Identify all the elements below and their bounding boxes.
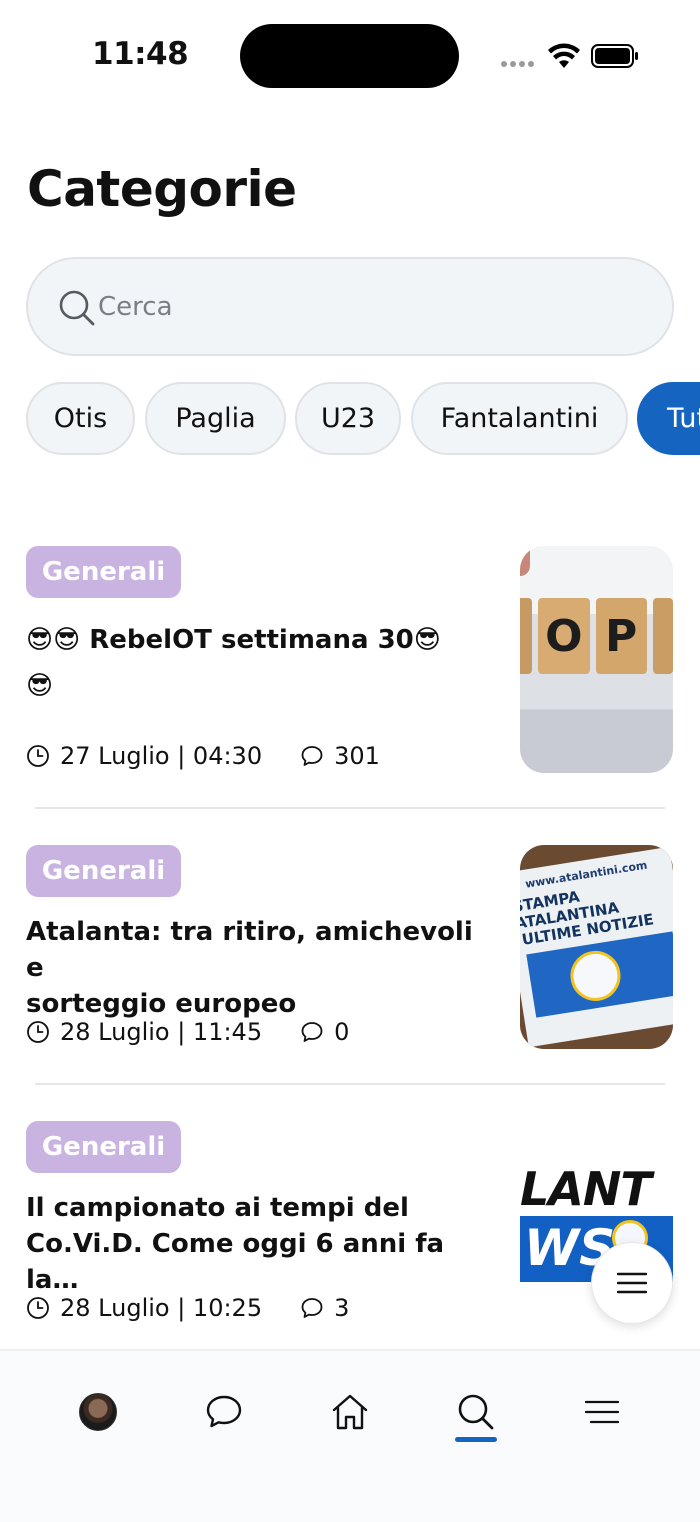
category-badge: Generali	[26, 845, 181, 897]
status-bar: 11:48	[0, 0, 700, 110]
hamburger-icon	[617, 1272, 647, 1294]
comment-icon	[301, 746, 323, 766]
search-bar[interactable]	[26, 257, 674, 356]
chip-paglia[interactable]: Paglia	[145, 382, 286, 455]
article-title[interactable]: 😎😎 RebelOT settimana 30😎 😎	[26, 622, 494, 704]
comment-count: 3	[334, 1294, 350, 1322]
cellular-signal-icon	[501, 61, 534, 67]
category-badge: Generali	[26, 1121, 181, 1173]
divider	[35, 1083, 665, 1085]
comment-count: 301	[334, 742, 380, 770]
article-title[interactable]: Il campionato ai tempi del Co.Vi.D. Come…	[26, 1190, 494, 1298]
battery-icon	[591, 44, 638, 68]
tab-home[interactable]	[320, 1387, 380, 1437]
hamburger-icon	[585, 1400, 619, 1424]
article-date: 28 Luglio | 10:25	[60, 1294, 263, 1322]
article-meta: 28 Luglio | 10:25 3	[26, 1294, 349, 1322]
article-title[interactable]: Atalanta: tra ritiro, amichevoli e sorte…	[26, 914, 494, 1022]
category-chips: Otis Paglia U23 Fantalantini Tutti	[26, 382, 700, 456]
comment-count: 0	[334, 1018, 350, 1046]
search-icon	[458, 1394, 494, 1430]
floating-menu-button[interactable]	[591, 1242, 673, 1324]
page-title: Categorie	[27, 160, 297, 218]
avatar	[79, 1393, 117, 1431]
chip-otis[interactable]: Otis	[26, 382, 135, 455]
bottom-tab-bar	[0, 1349, 700, 1522]
active-tab-indicator	[455, 1437, 497, 1442]
chip-fantalantini[interactable]: Fantalantini	[411, 382, 628, 455]
chip-tutti[interactable]: Tutti	[637, 382, 700, 455]
dynamic-island	[240, 24, 459, 88]
chat-bubble-icon	[206, 1395, 242, 1428]
clock-icon	[27, 745, 49, 767]
tab-search[interactable]	[446, 1387, 506, 1437]
article-thumbnail[interactable]: www.atalantini.com STAMPA ATALANTINA ULT…	[520, 845, 673, 1049]
article-meta: 28 Luglio | 11:45 0	[26, 1018, 349, 1046]
article-meta: 27 Luglio | 04:30 301	[26, 742, 380, 770]
clock-icon	[27, 1021, 49, 1043]
clock-icon	[27, 1297, 49, 1319]
comment-icon	[301, 1022, 323, 1042]
search-icon	[59, 290, 95, 326]
chip-u23[interactable]: U23	[295, 382, 401, 455]
category-badge: Generali	[26, 546, 181, 598]
search-input[interactable]	[98, 259, 638, 354]
wifi-icon	[548, 43, 580, 68]
tab-chat[interactable]	[194, 1387, 254, 1437]
article-date: 28 Luglio | 11:45	[60, 1018, 263, 1046]
tab-profile[interactable]	[68, 1387, 128, 1437]
home-icon	[332, 1394, 368, 1430]
divider	[35, 807, 665, 809]
tab-menu[interactable]	[572, 1387, 632, 1437]
comment-icon	[301, 1298, 323, 1318]
article-date: 27 Luglio | 04:30	[60, 742, 263, 770]
status-time: 11:48	[92, 36, 189, 72]
article-thumbnail[interactable]: O P	[520, 546, 673, 773]
